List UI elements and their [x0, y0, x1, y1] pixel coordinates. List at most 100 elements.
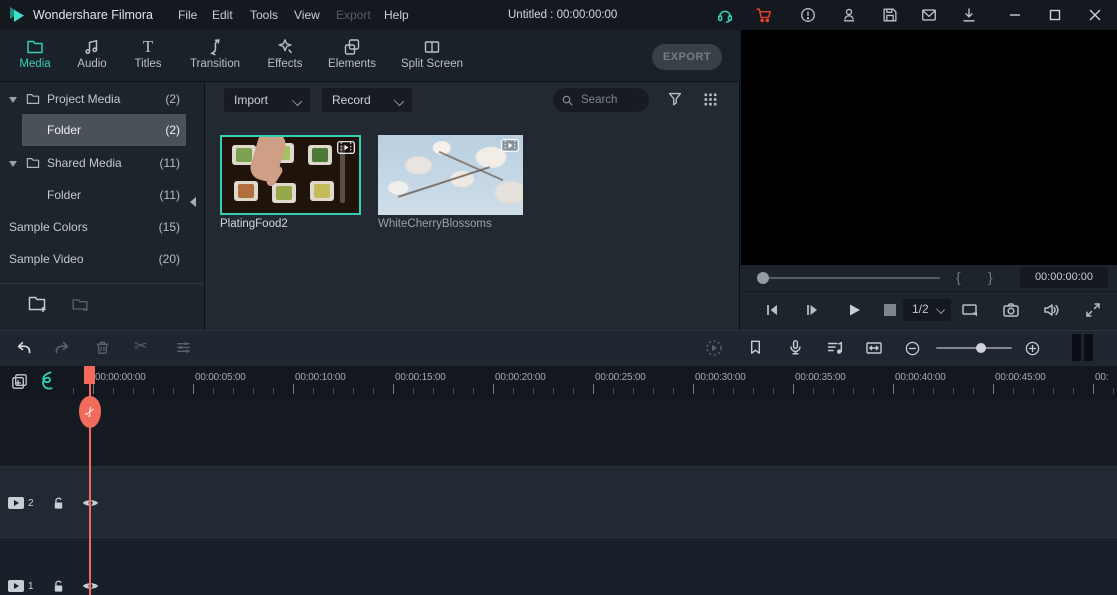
tab-elements[interactable]: Elements [319, 36, 385, 80]
redo-button[interactable] [52, 338, 72, 358]
video-clip-badge-icon [337, 141, 355, 154]
effects-star-icon [255, 36, 315, 58]
view-grid-icon[interactable] [702, 91, 719, 108]
menu-tools[interactable]: Tools [250, 8, 278, 22]
item-count: (20) [159, 243, 180, 275]
menu-file[interactable]: File [178, 8, 197, 22]
item-count: (2) [165, 114, 180, 146]
ruler-timestamp: 00:00:10:00 [295, 372, 346, 383]
tab-audio[interactable]: Audio [62, 36, 122, 80]
auto-ripple-magnet-icon[interactable] [36, 370, 58, 394]
track-number: 2 [28, 498, 34, 509]
previous-frame-button[interactable] [762, 300, 782, 320]
collapse-sidebar-handle[interactable] [190, 197, 196, 207]
stop-button[interactable] [884, 304, 896, 316]
playhead-ruler-handle[interactable] [84, 366, 95, 384]
info-icon[interactable] [799, 6, 817, 24]
delete-button[interactable] [93, 338, 113, 358]
search-input[interactable] [579, 93, 643, 107]
item-count: (15) [159, 211, 180, 243]
seek-handle[interactable] [757, 272, 769, 284]
next-frame-button[interactable] [802, 300, 822, 320]
tab-media[interactable]: Media [5, 36, 65, 80]
render-preview-button[interactable] [704, 338, 724, 358]
add-to-timeline-icon[interactable] [10, 372, 29, 391]
caret-down-icon[interactable] [9, 97, 17, 103]
seek-bar[interactable] [760, 277, 940, 279]
snapshot-camera-button[interactable] [1001, 300, 1021, 320]
account-icon[interactable] [840, 6, 858, 24]
display-device-button[interactable] [960, 300, 980, 320]
split-scissors-button[interactable]: ✂ [134, 336, 154, 356]
fullscreen-button[interactable] [1083, 300, 1103, 320]
asset-tabbar: Media Audio T Titles Transition Effects … [0, 30, 740, 82]
close-button[interactable] [1087, 6, 1105, 24]
undo-button[interactable] [14, 338, 34, 358]
ruler-timestamp: 00: [1095, 372, 1108, 383]
ruler-timestamp: 00:00:25:00 [595, 372, 646, 383]
chevron-down-icon [292, 96, 302, 106]
sidebar-item-sample-colors[interactable]: Sample Colors (15) [0, 211, 205, 243]
audio-mixer-button[interactable] [825, 338, 845, 358]
caret-down-icon[interactable] [9, 161, 17, 167]
video-track-1-lane[interactable]: 1 [0, 538, 1117, 595]
sidebar-item-shared-media[interactable]: Shared Media (11) [0, 147, 205, 179]
play-button[interactable] [844, 300, 864, 320]
fit-timeline-button[interactable] [864, 338, 884, 358]
tab-titles[interactable]: T Titles [118, 36, 178, 80]
lock-track-icon[interactable] [52, 496, 65, 510]
media-item-platingfood2[interactable] [220, 135, 361, 215]
marker-button[interactable] [746, 338, 766, 358]
sidebar-item-folder-selected[interactable]: Folder (2) [22, 114, 186, 146]
playback-quality-dropdown[interactable]: 1/2 [903, 299, 951, 321]
video-track-icon [8, 497, 24, 509]
support-headset-icon[interactable] [716, 6, 734, 24]
filter-funnel-icon[interactable] [666, 90, 684, 108]
save-icon[interactable] [881, 6, 899, 24]
volume-button[interactable] [1041, 300, 1061, 320]
export-button[interactable]: EXPORT [652, 44, 722, 70]
media-item-whitecherryblossoms[interactable] [378, 135, 523, 215]
track-height-bar-icon[interactable] [1072, 334, 1081, 361]
maximize-button[interactable] [1047, 6, 1065, 24]
mark-in-button[interactable]: { [956, 269, 961, 285]
cart-icon[interactable] [755, 6, 773, 24]
add-folder-button[interactable] [26, 292, 48, 314]
timeline-zoom-slider[interactable] [936, 347, 1012, 349]
sidebar-item-label: Shared Media [47, 147, 122, 179]
folder-icon [25, 91, 41, 107]
zoom-in-button[interactable] [1024, 340, 1044, 360]
timeline-ruler[interactable]: 00:00:00:00 00:00:05:00 00:00:10:00 00:0… [0, 366, 1117, 400]
mail-icon[interactable] [920, 6, 938, 24]
sidebar-divider [0, 283, 204, 284]
mark-out-button[interactable]: } [988, 269, 993, 285]
tab-transition[interactable]: Transition [178, 36, 252, 80]
lock-track-icon[interactable] [52, 579, 65, 593]
sidebar-item-sample-video[interactable]: Sample Video (20) [0, 243, 205, 275]
import-dropdown[interactable]: Import [224, 88, 310, 112]
media-sidebar: Project Media (2) Folder (2) Shared Medi… [0, 82, 205, 330]
tab-effects[interactable]: Effects [255, 36, 315, 80]
video-track-2-lane[interactable]: 2 [0, 466, 1117, 538]
menu-help[interactable]: Help [384, 8, 409, 22]
item-count: (11) [160, 179, 180, 211]
menu-edit[interactable]: Edit [212, 8, 233, 22]
record-dropdown[interactable]: Record [322, 88, 412, 112]
sidebar-item-folder[interactable]: Folder (11) [0, 179, 205, 211]
search-box[interactable] [553, 88, 649, 112]
elements-icon [319, 36, 385, 58]
record-voiceover-button[interactable] [786, 338, 806, 358]
import-label: Import [234, 88, 268, 112]
sidebar-item-project-media[interactable]: Project Media (2) [0, 83, 205, 115]
transition-icon [178, 36, 252, 58]
tab-split-screen[interactable]: Split Screen [392, 36, 472, 80]
menu-view[interactable]: View [294, 8, 320, 22]
sidebar-item-label: Folder [47, 179, 81, 211]
download-icon[interactable] [960, 6, 978, 24]
minimize-button[interactable] [1007, 6, 1025, 24]
zoom-out-button[interactable] [904, 340, 924, 360]
track-height-bar-icon[interactable] [1084, 334, 1093, 361]
zoom-slider-handle[interactable] [976, 343, 986, 353]
adjust-properties-button[interactable] [174, 338, 194, 358]
delete-folder-button[interactable] [70, 294, 90, 314]
